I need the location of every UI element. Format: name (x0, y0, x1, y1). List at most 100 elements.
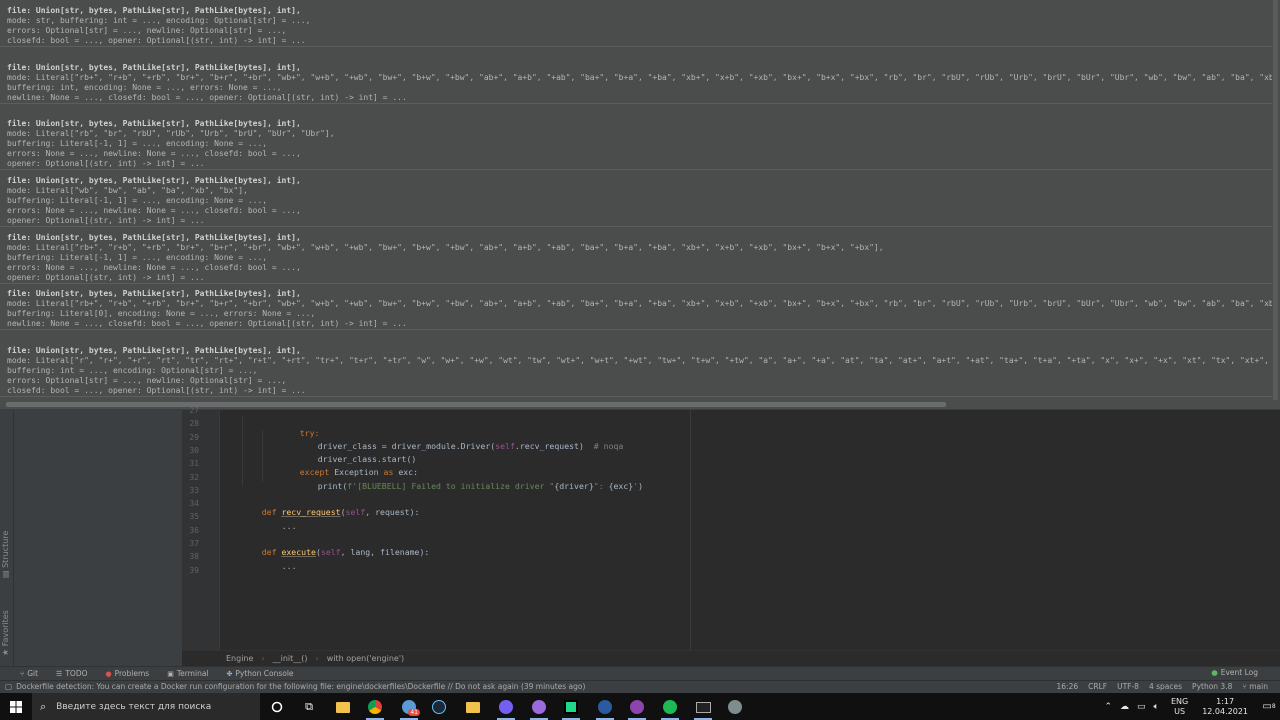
signature-line: closefd: bool = ..., opener: Optional[(s… (7, 36, 306, 45)
task-view-button[interactable]: ⧉ (298, 696, 320, 718)
problems-tab[interactable]: ● Problems (106, 669, 150, 678)
branch-icon: ⑂ (1242, 682, 1247, 691)
git-branch[interactable]: ⑂ main (1242, 682, 1268, 691)
signature-line: file: Union[str, bytes, PathLike[str], P… (7, 233, 301, 242)
line-number: 38 (189, 552, 199, 562)
structure-icon: ▤ (1, 567, 10, 578)
signature-line: opener: Optional[(str, int) -> int] = ..… (7, 216, 205, 225)
cortana-button[interactable] (266, 696, 288, 718)
pycharm-icon (564, 700, 578, 714)
status-message[interactable]: ▢ Dockerfile detection: You can create a… (5, 682, 585, 691)
right-margin-guide (690, 410, 691, 650)
signature-line: newline: None = ..., closefd: bool = ...… (7, 93, 407, 102)
popup-horizontal-scrollbar[interactable] (6, 402, 946, 407)
indent-setting[interactable]: 4 spaces (1149, 682, 1182, 691)
dev-app[interactable] (594, 696, 616, 720)
viber-app[interactable] (495, 696, 517, 720)
signature-line: buffering: Literal[-1, 1] = ..., encodin… (7, 196, 268, 205)
terminal-app[interactable] (692, 696, 714, 720)
signature-overload: file: Union[str, bytes, PathLike[str], P… (0, 4, 1272, 47)
viber-icon (499, 700, 513, 714)
indent-guide (262, 430, 263, 482)
volume-icon[interactable]: 🔈︎ (1154, 702, 1159, 712)
chrome-icon (368, 700, 382, 714)
language-indicator[interactable]: ENG US (1171, 697, 1188, 717)
signature-line: mode: str, buffering: int = ..., encodin… (7, 16, 311, 25)
todo-tab[interactable]: ☰ TODO (56, 669, 87, 678)
signature-line: errors: None = ..., newline: None = ...,… (7, 263, 301, 272)
branch-icon: ⑂ (20, 669, 25, 678)
signature-line: file: Union[str, bytes, PathLike[str], P… (7, 6, 301, 15)
folder-icon (466, 701, 480, 713)
popup-vertical-scrollbar[interactable] (1273, 0, 1278, 400)
windows-taskbar: ⌕ Введите здесь текст для поиска ⧉ 41 ⌃ … (0, 693, 1280, 720)
line-number: 31 (189, 459, 199, 469)
signature-line: mode: Literal["rb+", "r+b", "+rb", "br+"… (7, 243, 884, 252)
chevron-right-icon: › (315, 654, 319, 663)
caret-position[interactable]: 16:26 (1057, 682, 1079, 691)
git-tab[interactable]: ⑂ Git (20, 669, 38, 678)
breadcrumb-item[interactable]: with open('engine') (327, 654, 404, 663)
taskbar-search[interactable]: ⌕ Введите здесь текст для поиска (32, 693, 260, 720)
breadcrumb-item[interactable]: Engine (226, 654, 253, 663)
notification-icon: ▭ (1262, 701, 1272, 712)
dev-icon (598, 700, 612, 714)
signature-line: buffering: Literal[0], encoding: None = … (7, 309, 316, 318)
event-log-tab[interactable]: ● Event Log (1211, 668, 1258, 677)
python-console-tab[interactable]: ✤ Python Console (227, 669, 294, 678)
signature-line: file: Union[str, bytes, PathLike[str], P… (7, 176, 301, 185)
signature-line: errors: Optional[str] = ..., newline: Op… (7, 376, 287, 385)
line-number: 39 (189, 565, 199, 575)
file-encoding[interactable]: UTF-8 (1117, 682, 1139, 691)
clock[interactable]: 1:17 12.04.2021 (1202, 697, 1248, 717)
python-interpreter[interactable]: Python 3.8 (1192, 682, 1232, 691)
folder-app[interactable] (462, 696, 484, 718)
line-number: 34 (189, 499, 199, 509)
steam-app[interactable] (428, 696, 450, 718)
signature-line: buffering: Literal[-1, 1] = ..., encodin… (7, 139, 268, 148)
spotify-icon (663, 700, 677, 714)
code-line-38[interactable]: ... (262, 551, 297, 581)
window-icon: ▢ (5, 682, 13, 691)
notification-center-button[interactable]: ▭ 8 (1258, 693, 1280, 720)
windows-icon (10, 700, 22, 713)
signature-line: opener: Optional[(str, int) -> int] = ..… (7, 273, 205, 282)
signature-line: mode: Literal["rb+", "r+b", "+rb", "br+"… (7, 73, 1272, 82)
signature-line: file: Union[str, bytes, PathLike[str], P… (7, 119, 301, 128)
tool-app[interactable] (724, 696, 746, 718)
pycharm-app[interactable] (560, 696, 582, 720)
list-icon: ☰ (56, 669, 63, 678)
messenger-app[interactable]: 41 (398, 696, 420, 720)
spotify-app[interactable] (659, 696, 681, 720)
structure-tab[interactable]: ▤ Structure (1, 531, 10, 578)
terminal-tab[interactable]: ▣ Terminal (167, 669, 208, 678)
left-tool-strip: ▤ Structure ★ Favorites (0, 410, 14, 666)
signature-line: buffering: Literal[-1, 1] = ..., encodin… (7, 253, 268, 262)
signature-line: file: Union[str, bytes, PathLike[str], P… (7, 289, 301, 298)
notification-badge: 41 (408, 709, 420, 716)
task-view-icon: ⧉ (305, 700, 313, 713)
favorites-tab[interactable]: ★ Favorites (1, 610, 10, 656)
signature-line: errors: Optional[str] = ..., newline: Op… (7, 26, 287, 35)
network-icon[interactable]: ▭ (1137, 702, 1146, 712)
signature-overload: file: Union[str, bytes, PathLike[str], P… (0, 287, 1272, 330)
line-number: 28 (189, 419, 199, 429)
line-separator[interactable]: CRLF (1088, 682, 1107, 691)
app-icon (532, 700, 546, 714)
start-button[interactable] (0, 693, 32, 720)
chrome-app[interactable] (364, 696, 386, 720)
project-side-panel (14, 410, 182, 666)
cloud-icon[interactable]: ☁ (1120, 702, 1129, 712)
signature-line: buffering: int, encoding: None = ..., er… (7, 83, 282, 92)
breadcrumb-item[interactable]: __init__() (273, 654, 308, 663)
github-icon (630, 700, 644, 714)
chevron-up-icon[interactable]: ⌃ (1104, 702, 1112, 712)
indent-guide (242, 416, 243, 486)
github-app[interactable] (626, 696, 648, 720)
app-badge[interactable] (528, 696, 550, 720)
line-number: 37 (189, 539, 199, 548)
explorer-app[interactable] (332, 696, 354, 718)
signature-line: mode: Literal["r", "r+", "+r", "rt", "tr… (7, 356, 1272, 365)
signature-line: file: Union[str, bytes, PathLike[str], P… (7, 63, 301, 72)
signature-overload: file: Union[str, bytes, PathLike[str], P… (0, 231, 1272, 284)
